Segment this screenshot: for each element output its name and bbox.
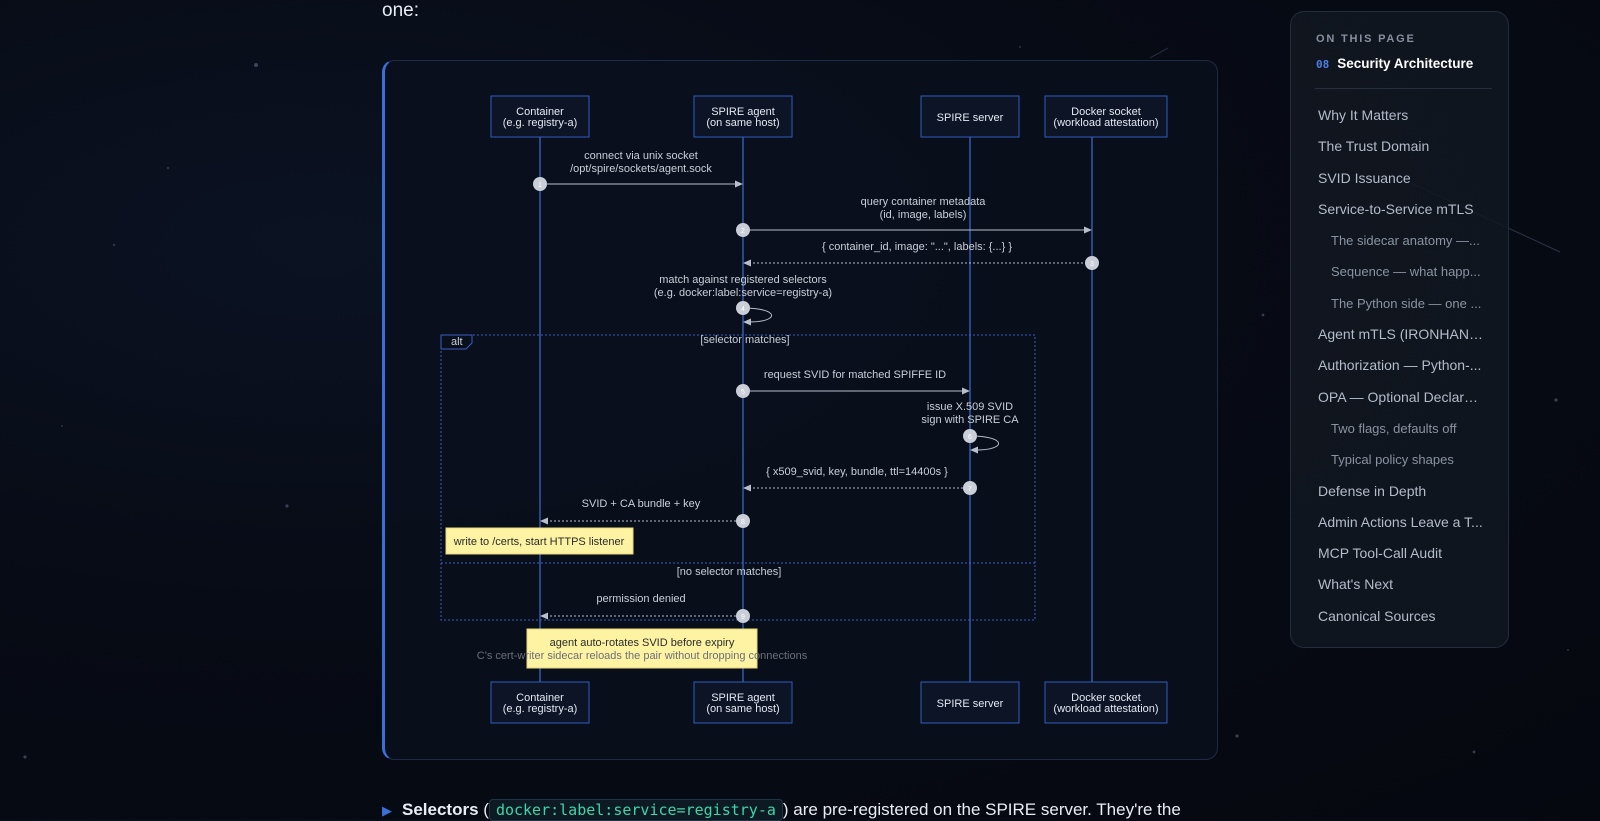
participant-label: SPIRE server <box>937 112 1004 124</box>
bullet-arrow-icon: ▶ <box>382 803 392 818</box>
participant-spire-agent-bottom: SPIRE agent (on same host) <box>693 681 793 724</box>
toc-item[interactable]: Admin Actions Leave a T... <box>1291 507 1508 538</box>
participant-container-bottom: Container (e.g. registry-a) <box>490 681 590 724</box>
toc-current-section[interactable]: 08 Security Architecture <box>1316 56 1473 71</box>
participant-docker-socket-top: Docker socket (workload attestation) <box>1044 95 1168 138</box>
alt-guard-no-selector-matches: [no selector matches] <box>677 566 782 578</box>
table-of-contents: ON THIS PAGE 08 Security Architecture Why… <box>1290 11 1509 648</box>
message-label: SVID + CA bundle + key <box>582 498 701 510</box>
participant-label: SPIRE server <box>937 698 1004 710</box>
message-5: request SVID for matched SPIFFE ID 5 <box>736 369 970 398</box>
toc-section-number: 08 <box>1316 58 1330 71</box>
message-label: issue X.509 SVID <box>927 401 1013 413</box>
message-7: { x509_svid, key, bundle, ttl=14400s } 7 <box>743 466 977 495</box>
message-sublabel: (id, image, labels) <box>880 209 967 221</box>
participant-spire-server-top: SPIRE server <box>920 95 1020 138</box>
bullet-paren: ( <box>478 800 489 819</box>
toc-item[interactable]: The Trust Domain <box>1291 131 1508 162</box>
toc-item[interactable]: OPA — Optional Declarati... <box>1291 382 1508 413</box>
message-label: match against registered selectors <box>659 274 827 286</box>
toc-subitem[interactable]: Two flags, defaults off <box>1291 413 1508 444</box>
step-number: 5 <box>741 389 745 396</box>
bullet-selectors: ▶ Selectors (docker:label:service=registr… <box>382 799 1181 821</box>
participant-spire-server-bottom: SPIRE server <box>920 681 1020 724</box>
step-number: 7 <box>968 486 972 493</box>
toc-subitem[interactable]: The sidecar anatomy —... <box>1291 225 1508 256</box>
message-label: connect via unix socket <box>584 150 698 162</box>
message-label: { x509_svid, key, bundle, ttl=14400s } <box>766 466 948 478</box>
message-label: query container metadata <box>861 196 987 208</box>
inline-code: docker:label:service=registry-a <box>488 799 783 821</box>
step-number: 2 <box>741 228 745 235</box>
message-label: permission denied <box>596 593 685 605</box>
note-text: write to /certs, start HTTPS listener <box>453 536 625 548</box>
lead-paragraph: one: <box>382 0 419 21</box>
participant-sublabel: (on same host) <box>706 117 779 129</box>
bullet-text: ) are pre-registered on the SPIRE server… <box>782 800 1181 819</box>
message-label: { container_id, image: "...", labels: {.… <box>822 241 1012 253</box>
toc-item[interactable]: What's Next <box>1291 569 1508 600</box>
message-sublabel: sign with SPIRE CA <box>921 414 1019 426</box>
sequence-diagram: alt [selector matches] [no selector matc… <box>440 95 1168 724</box>
toc-item[interactable]: SVID Issuance <box>1291 163 1508 194</box>
step-number: 6 <box>968 434 972 441</box>
message-1: connect via unix socket /opt/spire/socke… <box>533 150 743 191</box>
alt-label: alt <box>451 336 463 348</box>
message-3: { container_id, image: "...", labels: {.… <box>743 241 1099 270</box>
alt-guard-selector-matches: [selector matches] <box>700 334 789 346</box>
toc-item[interactable]: Agent mTLS (IRONHAND... <box>1291 319 1508 350</box>
toc-section-title: Security Architecture <box>1337 56 1474 71</box>
message-8: SVID + CA bundle + key 8 <box>540 498 750 528</box>
step-number: 8 <box>741 519 745 526</box>
toc-item[interactable]: Defense in Depth <box>1291 476 1508 507</box>
toc-subitem[interactable]: The Python side — one ... <box>1291 288 1508 319</box>
step-number: 4 <box>741 306 745 313</box>
participant-docker-socket-bottom: Docker socket (workload attestation) <box>1044 681 1168 724</box>
bullet-term: Selectors <box>402 800 479 819</box>
toc-item[interactable]: Authorization — Python-... <box>1291 350 1508 381</box>
participant-sublabel: (workload attestation) <box>1053 117 1158 129</box>
step-number: 3 <box>1090 261 1094 268</box>
message-2: query container metadata (id, image, lab… <box>736 196 1092 237</box>
toc-item[interactable]: MCP Tool-Call Audit <box>1291 538 1508 569</box>
message-label: request SVID for matched SPIFFE ID <box>764 369 946 381</box>
step-number: 1 <box>538 182 542 189</box>
participant-container-top: Container (e.g. registry-a) <box>490 95 590 138</box>
participant-sublabel: (e.g. registry-a) <box>503 117 578 129</box>
note-auto-rotate: agent auto-rotates SVID before expiry C'… <box>477 628 808 669</box>
toc-item[interactable]: Service-to-Service mTLS <box>1291 194 1508 225</box>
participant-sublabel: (workload attestation) <box>1053 703 1158 715</box>
message-sublabel: (e.g. docker:label:service=registry-a) <box>654 287 832 299</box>
toc-subitem[interactable]: Sequence — what happ... <box>1291 256 1508 287</box>
sequence-diagram-card: alt [selector matches] [no selector matc… <box>382 60 1218 760</box>
note-subtext: C's cert-writer sidecar reloads the pair… <box>477 650 808 662</box>
message-9: permission denied 9 <box>540 593 750 623</box>
step-number: 9 <box>741 614 745 621</box>
toc-divider <box>1315 88 1492 89</box>
toc-item[interactable]: Why It Matters <box>1291 100 1508 131</box>
participant-sublabel: (on same host) <box>706 703 779 715</box>
participant-spire-agent-top: SPIRE agent (on same host) <box>693 95 793 138</box>
toc-heading: ON THIS PAGE <box>1316 33 1416 45</box>
message-sublabel: /opt/spire/sockets/agent.sock <box>570 163 712 175</box>
toc-item[interactable]: Canonical Sources <box>1291 601 1508 632</box>
participant-sublabel: (e.g. registry-a) <box>503 703 578 715</box>
note-text: agent auto-rotates SVID before expiry <box>550 637 735 649</box>
note-write-certs: write to /certs, start HTTPS listener <box>445 527 634 555</box>
toc-subitem[interactable]: Typical policy shapes <box>1291 444 1508 475</box>
toc-list: Why It Matters The Trust Domain SVID Iss… <box>1291 100 1508 632</box>
